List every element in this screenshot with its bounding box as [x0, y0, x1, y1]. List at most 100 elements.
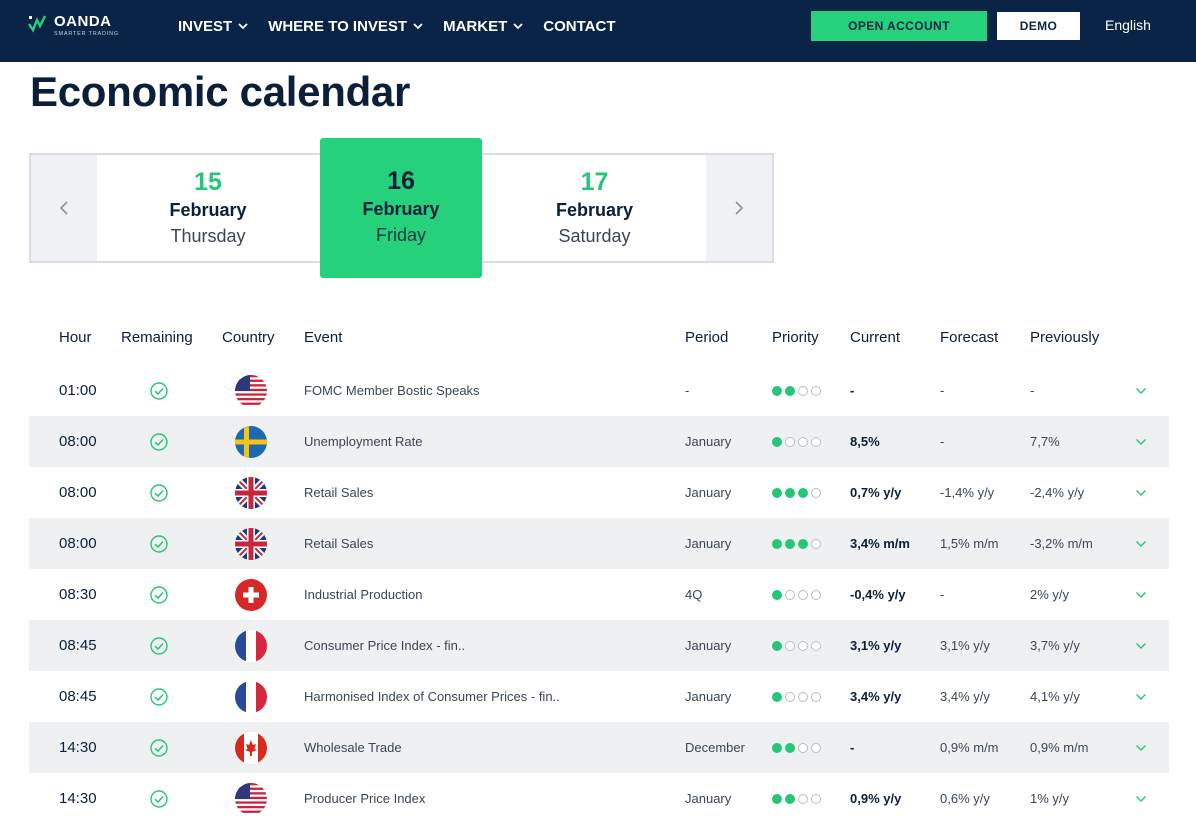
column-header-remaining: Remaining [121, 329, 193, 346]
cell-hour: 01:00 [59, 382, 97, 399]
expand-row-button[interactable] [1135, 773, 1147, 824]
nav-contact-label: CONTACT [543, 17, 616, 35]
cell-country [235, 416, 267, 467]
check-circle-icon [150, 432, 168, 451]
chevron-left-icon [59, 201, 68, 215]
table-row[interactable]: 08:00 Retail Sales January 3,4% m/m 1,5% m/m… [29, 518, 1169, 569]
cell-current: 8,5% [850, 434, 880, 449]
cell-event[interactable]: Retail Sales [304, 467, 373, 518]
date-card-15[interactable]: 15 February Thursday [96, 167, 320, 249]
logo-chart-icon [28, 15, 47, 33]
cell-remaining [150, 416, 168, 467]
cell-hour: 14:30 [59, 790, 97, 807]
cell-event[interactable]: Consumer Price Index - fin.. [304, 620, 465, 671]
cell-event[interactable]: Wholesale Trade [304, 722, 402, 773]
table-row[interactable]: 08:00 Unemployment Rate January 8,5% - 7,7% [29, 416, 1169, 467]
priority-dot [772, 640, 782, 651]
column-header-period: Period [685, 329, 729, 346]
nav-market-label: MARKET [443, 17, 508, 35]
table-row[interactable]: 08:30 Industrial Production 4Q -0,4% y/y - 2%… [29, 569, 1169, 620]
logo-name: OANDA [54, 13, 112, 30]
previous-date-button[interactable] [31, 155, 97, 261]
cell-remaining [150, 773, 168, 824]
uk-flag [235, 527, 267, 560]
cell-remaining [150, 467, 168, 518]
cell-hour: 08:30 [59, 586, 97, 603]
table-row[interactable]: 01:00 FOMC Member Bostic Speaks - - - - [29, 365, 1169, 416]
cell-event[interactable]: Harmonised Index of Consumer Prices - fi… [304, 671, 560, 722]
expand-row-button[interactable] [1135, 569, 1147, 620]
table-body: 01:00 FOMC Member Bostic Speaks - - - - 08:00 U… [29, 365, 1169, 824]
language-selector[interactable]: English [1105, 17, 1151, 33]
uk-flag [235, 476, 267, 509]
priority-dot [785, 691, 795, 702]
table-row[interactable]: 14:30 Wholesale Trade December - 0,9% m/m 0,9… [29, 722, 1169, 773]
nav-contact[interactable]: CONTACT [543, 18, 615, 35]
page-title: Economic calendar [30, 68, 411, 115]
date-weekday: Friday [375, 225, 426, 245]
fr-flag [235, 680, 267, 713]
chevron-down-icon [1136, 744, 1146, 751]
date-day: 15 [194, 168, 222, 196]
cell-event[interactable]: Unemployment Rate [304, 416, 423, 467]
priority-dot [798, 742, 808, 753]
cell-event[interactable]: Producer Price Index [304, 773, 425, 824]
date-month: February [362, 199, 440, 219]
cell-previously: 1% y/y [1030, 791, 1070, 806]
cell-event[interactable]: FOMC Member Bostic Speaks [304, 365, 480, 416]
cell-previously: 4,1% y/y [1030, 689, 1080, 704]
priority-dot [798, 589, 808, 600]
cell-previously: -2,4% y/y [1030, 485, 1085, 500]
priority-dot [811, 589, 821, 600]
table-row[interactable]: 08:45 Consumer Price Index - fin.. January… [29, 620, 1169, 671]
nav-where-to-invest[interactable]: WHERE TO INVEST [268, 18, 423, 35]
nav-invest[interactable]: INVEST [178, 18, 248, 35]
demo-button[interactable]: DEMO [997, 12, 1080, 40]
top-navigation-bar: OANDA SMARTER TRADING INVEST WHERE TO IN… [0, 0, 1196, 62]
expand-row-button[interactable] [1135, 518, 1147, 569]
cell-country [235, 518, 267, 569]
priority-dot [785, 487, 795, 498]
priority-dot [798, 640, 808, 651]
cell-event[interactable]: Industrial Production [304, 569, 423, 620]
oanda-logo[interactable]: OANDA SMARTER TRADING [28, 14, 119, 38]
cell-current: 0,7% y/y [850, 485, 902, 500]
open-account-button[interactable]: OPEN ACCOUNT [811, 11, 987, 41]
table-row[interactable]: 14:30 Producer Price Index January 0,9% y/y… [29, 773, 1169, 824]
table-row[interactable]: 08:45 Harmonised Index of Consumer Prices… [29, 671, 1169, 722]
table-row[interactable]: 08:00 Retail Sales January 0,7% y/y -1,4% y/… [29, 467, 1169, 518]
cell-priority [772, 365, 821, 416]
expand-row-button[interactable] [1135, 722, 1147, 773]
cell-forecast: 1,5% m/m [940, 536, 999, 551]
cell-remaining [150, 518, 168, 569]
chevron-right-icon [735, 201, 744, 215]
cell-period: 4Q [685, 587, 703, 602]
expand-row-button[interactable] [1135, 620, 1147, 671]
expand-row-button[interactable] [1135, 671, 1147, 722]
se-flag [235, 425, 267, 458]
expand-row-button[interactable] [1135, 467, 1147, 518]
date-card-17[interactable]: 17 February Saturday [482, 167, 707, 249]
expand-row-button[interactable] [1135, 416, 1147, 467]
cell-previously: - [1030, 383, 1035, 398]
cell-priority [772, 773, 821, 824]
cell-period: - [685, 383, 690, 398]
expand-row-button[interactable] [1135, 365, 1147, 416]
cell-event[interactable]: Retail Sales [304, 518, 373, 569]
chevron-down-icon [1136, 795, 1146, 802]
ca-flag [235, 731, 267, 764]
cell-previously: 2% y/y [1030, 587, 1070, 602]
priority-dot [811, 538, 821, 549]
priority-dot [785, 640, 795, 651]
nav-market[interactable]: MARKET [443, 18, 523, 35]
cell-priority [772, 416, 821, 467]
column-header-current: Current [850, 329, 901, 346]
date-card-16-selected[interactable]: 16 February Friday [320, 138, 482, 278]
column-header-priority: Priority [772, 329, 819, 346]
priority-dot [798, 793, 808, 804]
cell-forecast: - [940, 383, 945, 398]
priority-dot [811, 487, 821, 498]
cell-remaining [150, 365, 168, 416]
priority-dot [798, 691, 808, 702]
next-date-button[interactable] [706, 155, 772, 261]
